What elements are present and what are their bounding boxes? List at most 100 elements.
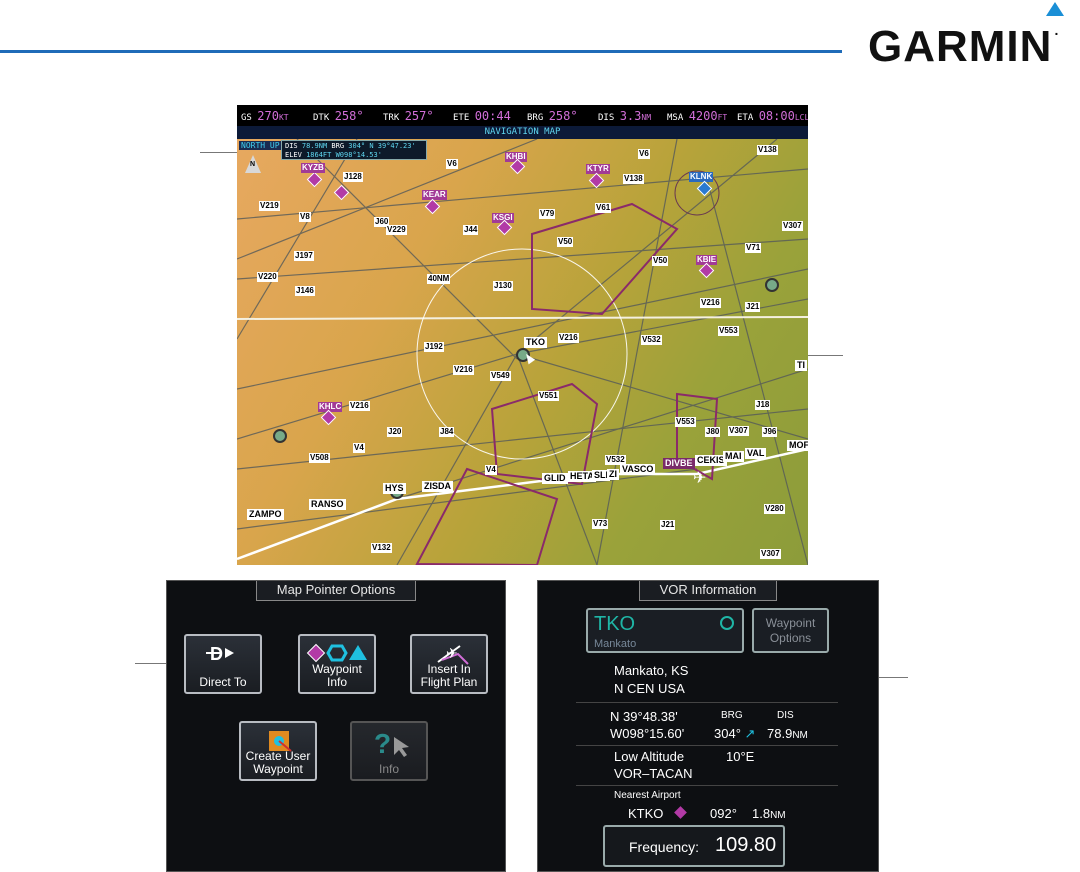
vor-name: Mankato: [594, 638, 637, 650]
waypoint-label-zampo[interactable]: ZAMPO: [247, 509, 284, 520]
airway-label: V8: [299, 212, 311, 222]
waypoint-label-zi[interactable]: ZI: [607, 469, 619, 480]
waypoint-label-ti[interactable]: TI: [795, 360, 807, 371]
airway-label: V216: [349, 401, 370, 411]
eta-field: ETA 08:00LCL: [737, 109, 808, 123]
airway-label: J20: [387, 427, 403, 437]
waypoint-label-cekis[interactable]: CEKIS: [695, 455, 727, 466]
airway-label: V138: [757, 145, 778, 155]
brg-field: BRG 258°: [527, 109, 578, 123]
airway-label: V220: [257, 272, 278, 282]
navigation-map-display: GS 270KT DTK 258° TRK 257° ETE 00:44 BRG…: [237, 105, 808, 565]
range-ring-label: 40NM: [427, 274, 451, 284]
airway-label: V6: [638, 149, 650, 159]
airport-symbol-icon: [674, 806, 687, 819]
airway-label: V132: [371, 543, 392, 553]
airport-label[interactable]: KTYR: [586, 164, 610, 174]
airport-label[interactable]: KYZB: [301, 163, 325, 173]
waypoint-label-val[interactable]: VAL: [745, 448, 767, 459]
nearest-airport-ident[interactable]: KTKO: [628, 806, 663, 821]
waypoint-label-mai[interactable]: MAI: [723, 451, 744, 462]
waypoint-label-tko[interactable]: TKO: [524, 337, 547, 348]
logo-triangle-icon: [1046, 2, 1064, 16]
airway-label: V280: [764, 504, 785, 514]
nearest-airport-dis: 1.8NM: [752, 806, 786, 821]
waypoint-label-divbe[interactable]: DIVBE: [663, 458, 695, 469]
airway-label: V4: [353, 443, 365, 453]
insert-in-flight-plan-button[interactable]: ✈ Insert In Flight Plan: [410, 634, 488, 694]
airway-label: V71: [745, 243, 762, 253]
divider: [576, 745, 838, 746]
airway-label: V50: [557, 237, 574, 247]
direct-to-button[interactable]: D Direct To: [184, 634, 262, 694]
airway-label: V6: [446, 159, 458, 169]
airway-label: J84: [439, 427, 455, 437]
vor-longitude: W098°15.60': [610, 726, 685, 741]
north-letter: N: [250, 161, 256, 168]
airway-label: V73: [592, 519, 609, 529]
dtk-field: DTK 258°: [313, 109, 364, 123]
airway-label: V216: [700, 298, 721, 308]
airway-label: J130: [493, 281, 513, 291]
airway-label: V79: [539, 209, 556, 219]
info-button[interactable]: ? Info: [350, 721, 428, 781]
airway-label: J21: [660, 520, 676, 530]
brg-label: BRG: [721, 710, 743, 721]
gs-field: GS 270KT: [241, 109, 289, 123]
button-label: Waypoint Info: [312, 662, 362, 689]
trk-field: TRK 257°: [383, 109, 434, 123]
waypoint-label-glid[interactable]: GLID: [542, 473, 568, 484]
dis-label: DIS: [777, 710, 794, 721]
airport-label[interactable]: KLNK: [689, 172, 714, 182]
airway-label: V307: [760, 549, 781, 559]
info-icon: ?: [352, 728, 426, 759]
map-pointer-options-panel: Map Pointer Options D Direct To Waypoint…: [166, 580, 506, 872]
waypoint-label-hys[interactable]: HYS: [383, 483, 406, 494]
airway-label: V508: [309, 453, 330, 463]
vor-symbol-icon: [720, 616, 734, 630]
ete-field: ETE 00:44: [453, 109, 511, 123]
map-canvas[interactable]: NORTH UP N DIS 78.9NM BRG 304° N 39°47.2…: [237, 139, 808, 565]
nearest-airport-brg: 092°: [710, 806, 737, 821]
waypoint-options-button[interactable]: Waypoint Options: [752, 608, 829, 653]
waypoint-label-ranso[interactable]: RANSO: [309, 499, 346, 510]
bearing-arrow-icon: ↗: [744, 726, 756, 741]
waypoint-label-vasco[interactable]: VASCO: [620, 464, 656, 475]
hlc-vor-symbol-icon[interactable]: [273, 429, 287, 443]
airway-label: V553: [675, 417, 696, 427]
frequency-button[interactable]: Frequency: 109.80: [603, 825, 785, 867]
pwe-vor-symbol-icon[interactable]: [765, 278, 779, 292]
mag-var: 10°E: [726, 749, 755, 764]
waypoint-label-zisda[interactable]: ZISDA: [422, 481, 453, 492]
svg-text:?: ?: [374, 729, 391, 759]
airway-label: J197: [294, 251, 314, 261]
waypoint-ident-button[interactable]: TKO Mankato: [586, 608, 744, 653]
airway-label: V216: [558, 333, 579, 343]
airway-label: J96: [762, 427, 778, 437]
divider: [576, 785, 838, 786]
airway-label: V216: [453, 365, 474, 375]
airway-label: J146: [295, 286, 315, 296]
airway-label: V229: [386, 225, 407, 235]
airway-label: J80: [705, 427, 721, 437]
orientation-label[interactable]: NORTH UP: [239, 141, 282, 150]
airway-label: V219: [259, 201, 280, 211]
garmin-logo: GARMIN.: [868, 2, 1064, 72]
msa-field: MSA 4200FT: [667, 109, 728, 123]
waypoint-info-button[interactable]: Waypoint Info: [298, 634, 376, 694]
panel-title: VOR Information: [538, 581, 878, 601]
status-bar: GS 270KT DTK 258° TRK 257° ETE 00:44 BRG…: [237, 105, 808, 125]
airway-label: V4: [485, 465, 497, 475]
button-label: Direct To: [199, 675, 247, 689]
vor-region: N CEN USA: [614, 681, 685, 696]
airway-label: V307: [782, 221, 803, 231]
direct-to-icon: D: [186, 642, 260, 666]
airport-label[interactable]: KEAR: [422, 190, 447, 200]
create-user-waypoint-button[interactable]: Create User Waypoint: [239, 721, 317, 781]
waypoint-label-mof[interactable]: MOF: [787, 440, 808, 451]
airway-label: V138: [623, 174, 644, 184]
vor-type: VOR–TACAN: [614, 766, 693, 781]
airway-label: V532: [641, 335, 662, 345]
airway-label: V553: [718, 326, 739, 336]
vor-information-panel: VOR Information TKO Mankato Waypoint Opt…: [537, 580, 879, 872]
